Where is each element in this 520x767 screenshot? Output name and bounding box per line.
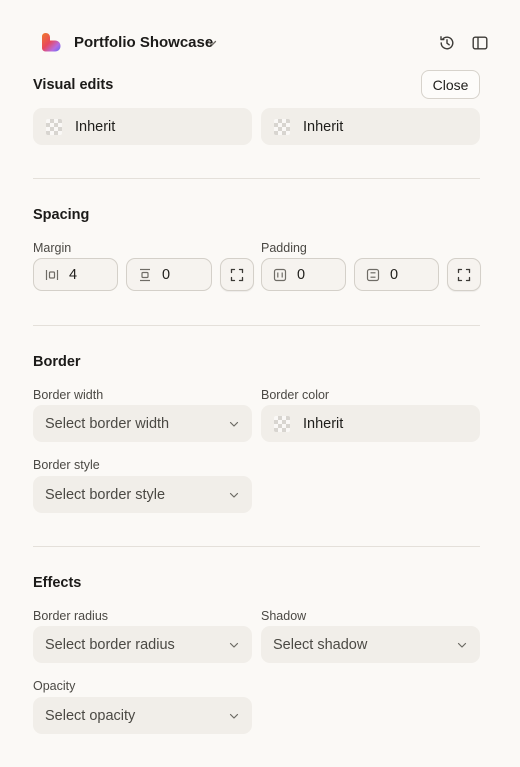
border-color-field[interactable]: Inherit — [261, 405, 480, 442]
divider — [33, 178, 480, 179]
opacity-select[interactable]: Select opacity — [33, 697, 252, 734]
border-width-label: Border width — [33, 388, 104, 402]
app-title[interactable]: Portfolio Showcase — [74, 33, 213, 53]
border-radius-placeholder: Select border radius — [45, 636, 175, 653]
opacity-label: Opacity — [33, 679, 76, 693]
border-width-select[interactable]: Select border width — [33, 405, 252, 442]
margin-label: Margin — [33, 241, 72, 255]
visual-edits-title: Visual edits — [33, 77, 114, 93]
margin-horizontal-input[interactable]: 4 — [33, 258, 118, 291]
divider — [33, 325, 480, 326]
padding-individual-sides-button[interactable] — [447, 258, 481, 291]
expand-sides-icon — [457, 268, 471, 281]
border-color-label: Border color — [261, 388, 330, 402]
border-radius-select[interactable]: Select border radius — [33, 626, 252, 663]
chevron-down-icon[interactable] — [206, 37, 218, 49]
padding-horizontal-icon — [273, 268, 287, 281]
padding-label: Padding — [261, 241, 307, 255]
margin-horizontal-icon — [45, 269, 59, 280]
border-radius-label: Border radius — [33, 609, 109, 623]
chevron-down-icon — [229, 713, 239, 719]
chevron-down-icon — [229, 421, 239, 427]
border-color-value: Inherit — [303, 415, 344, 432]
border-width-placeholder: Select border width — [45, 415, 170, 432]
border-style-label: Border style — [33, 458, 100, 472]
margin-vertical-input[interactable]: 0 — [126, 258, 212, 291]
transparent-swatch-icon — [274, 415, 290, 432]
margin-individual-sides-button[interactable] — [220, 258, 254, 291]
color-field-value: Inherit — [303, 118, 344, 135]
chevron-down-icon — [457, 642, 467, 648]
chevron-down-icon — [229, 492, 239, 498]
divider — [33, 546, 480, 547]
spacing-title: Spacing — [33, 207, 90, 223]
border-style-placeholder: Select border style — [45, 486, 166, 503]
expand-sides-icon — [230, 268, 244, 281]
transparent-swatch-icon — [274, 118, 290, 135]
margin-vertical-value: 0 — [162, 266, 171, 283]
border-style-select[interactable]: Select border style — [33, 476, 252, 513]
shadow-label: Shadow — [261, 609, 307, 623]
padding-horizontal-input[interactable]: 0 — [261, 258, 346, 291]
shadow-select[interactable]: Select shadow — [261, 626, 480, 663]
padding-vertical-value: 0 — [390, 266, 399, 283]
color-field-value: Inherit — [75, 118, 116, 135]
opacity-placeholder: Select opacity — [45, 707, 136, 724]
sidebar-panel-icon[interactable] — [471, 34, 489, 52]
padding-horizontal-value: 0 — [297, 266, 306, 283]
close-button[interactable]: Close — [421, 70, 480, 99]
padding-vertical-icon — [366, 268, 380, 281]
margin-vertical-icon — [140, 268, 150, 281]
color-field-2[interactable]: Inherit — [261, 108, 480, 145]
padding-vertical-input[interactable]: 0 — [354, 258, 439, 291]
heart-logo[interactable] — [40, 31, 62, 53]
border-title: Border — [33, 354, 81, 370]
transparent-swatch-icon — [46, 118, 62, 135]
shadow-placeholder: Select shadow — [273, 636, 368, 653]
effects-title: Effects — [33, 575, 82, 591]
margin-horizontal-value: 4 — [69, 266, 78, 283]
color-field-1[interactable]: Inherit — [33, 108, 252, 145]
chevron-down-icon — [229, 642, 239, 648]
history-icon[interactable] — [438, 34, 456, 52]
